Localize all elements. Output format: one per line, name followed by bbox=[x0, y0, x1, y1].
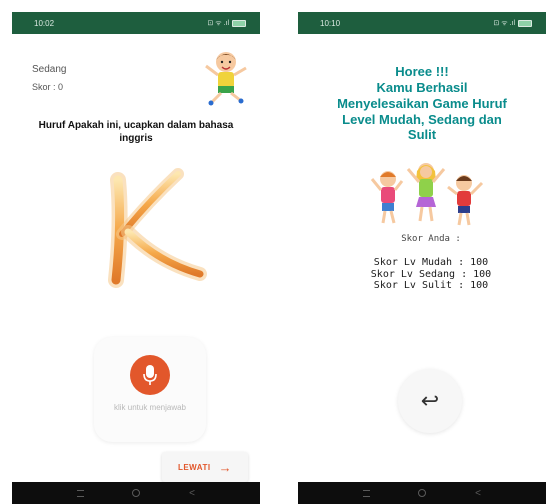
congrats-line: Menyelesaikan Game Huruf bbox=[337, 95, 507, 111]
letter-k-glyph: K bbox=[96, 181, 97, 183]
return-button[interactable]: ↩ bbox=[398, 369, 462, 433]
battery-icon bbox=[518, 19, 532, 27]
signal-icons: ⊡ ᯤ .ıl bbox=[207, 19, 229, 27]
skip-label: LEWATI bbox=[177, 462, 211, 472]
microphone-icon bbox=[143, 365, 157, 385]
home-icon[interactable] bbox=[129, 486, 143, 500]
recent-apps-icon[interactable] bbox=[73, 486, 87, 500]
status-time: 10:02 bbox=[34, 18, 55, 28]
congrats-line: Horee !!! bbox=[395, 64, 449, 79]
congrats-message: Horee !!! Kamu Berhasil Menyelesaikan Ga… bbox=[302, 64, 542, 143]
level-label: Sedang bbox=[32, 64, 67, 75]
back-icon[interactable]: < bbox=[185, 486, 199, 500]
score-title: Skor Anda : bbox=[401, 234, 461, 244]
score-hard: Skor Lv Sulit : 100 bbox=[373, 280, 489, 291]
jumping-kid-illustration bbox=[205, 52, 247, 106]
congrats-line: Kamu Berhasil bbox=[376, 79, 468, 95]
phone-screen-result: 10:10 ⊡ ᯤ .ıl Horee !!! Kamu Berhasil Me… bbox=[298, 12, 546, 504]
return-arrow-icon: ↩ bbox=[420, 388, 440, 413]
navigation-bar: < bbox=[12, 482, 260, 504]
answer-card: klik untuk menjawab bbox=[94, 337, 206, 442]
status-bar: 10:10 ⊡ ᯤ .ıl bbox=[298, 12, 546, 34]
congrats-line: Level Mudah, Sedang dan bbox=[342, 111, 502, 127]
status-time: 10:10 bbox=[320, 18, 341, 28]
congrats-line: Sulit bbox=[407, 127, 437, 143]
signal-icons: ⊡ ᯤ .ıl bbox=[493, 19, 515, 27]
celebrating-kids-illustration bbox=[370, 163, 484, 226]
status-bar: 10:02 ⊡ ᯤ .ıl bbox=[12, 12, 260, 34]
status-icons: ⊡ ᯤ .ıl bbox=[207, 19, 246, 28]
phone-screen-game: 10:02 ⊡ ᯤ .ıl Sedang Skor : 0 Huruf Apak… bbox=[12, 12, 260, 504]
score-summary: Skor Anda : Skor Lv Mudah : 100 Skor Lv … bbox=[302, 234, 542, 292]
letter-k-image: K bbox=[96, 168, 207, 288]
skip-button[interactable]: LEWATI → bbox=[162, 452, 248, 482]
microphone-button[interactable] bbox=[130, 355, 170, 395]
home-icon[interactable] bbox=[415, 486, 429, 500]
battery-icon bbox=[232, 19, 246, 27]
score-label: Skor : 0 bbox=[32, 82, 64, 92]
question-text: Huruf Apakah ini, ucapkan dalam bahasa i… bbox=[38, 120, 234, 144]
score-medium: Skor Lv Sedang : 100 bbox=[370, 268, 492, 280]
mic-caption: klik untuk menjawab bbox=[113, 403, 187, 412]
back-icon[interactable]: < bbox=[471, 486, 485, 500]
status-icons: ⊡ ᯤ .ıl bbox=[493, 19, 532, 28]
arrow-right-icon: → bbox=[218, 459, 233, 475]
score-easy: Skor Lv Mudah : 100 bbox=[373, 257, 489, 268]
recent-apps-icon[interactable] bbox=[359, 486, 373, 500]
navigation-bar: < bbox=[298, 482, 546, 504]
